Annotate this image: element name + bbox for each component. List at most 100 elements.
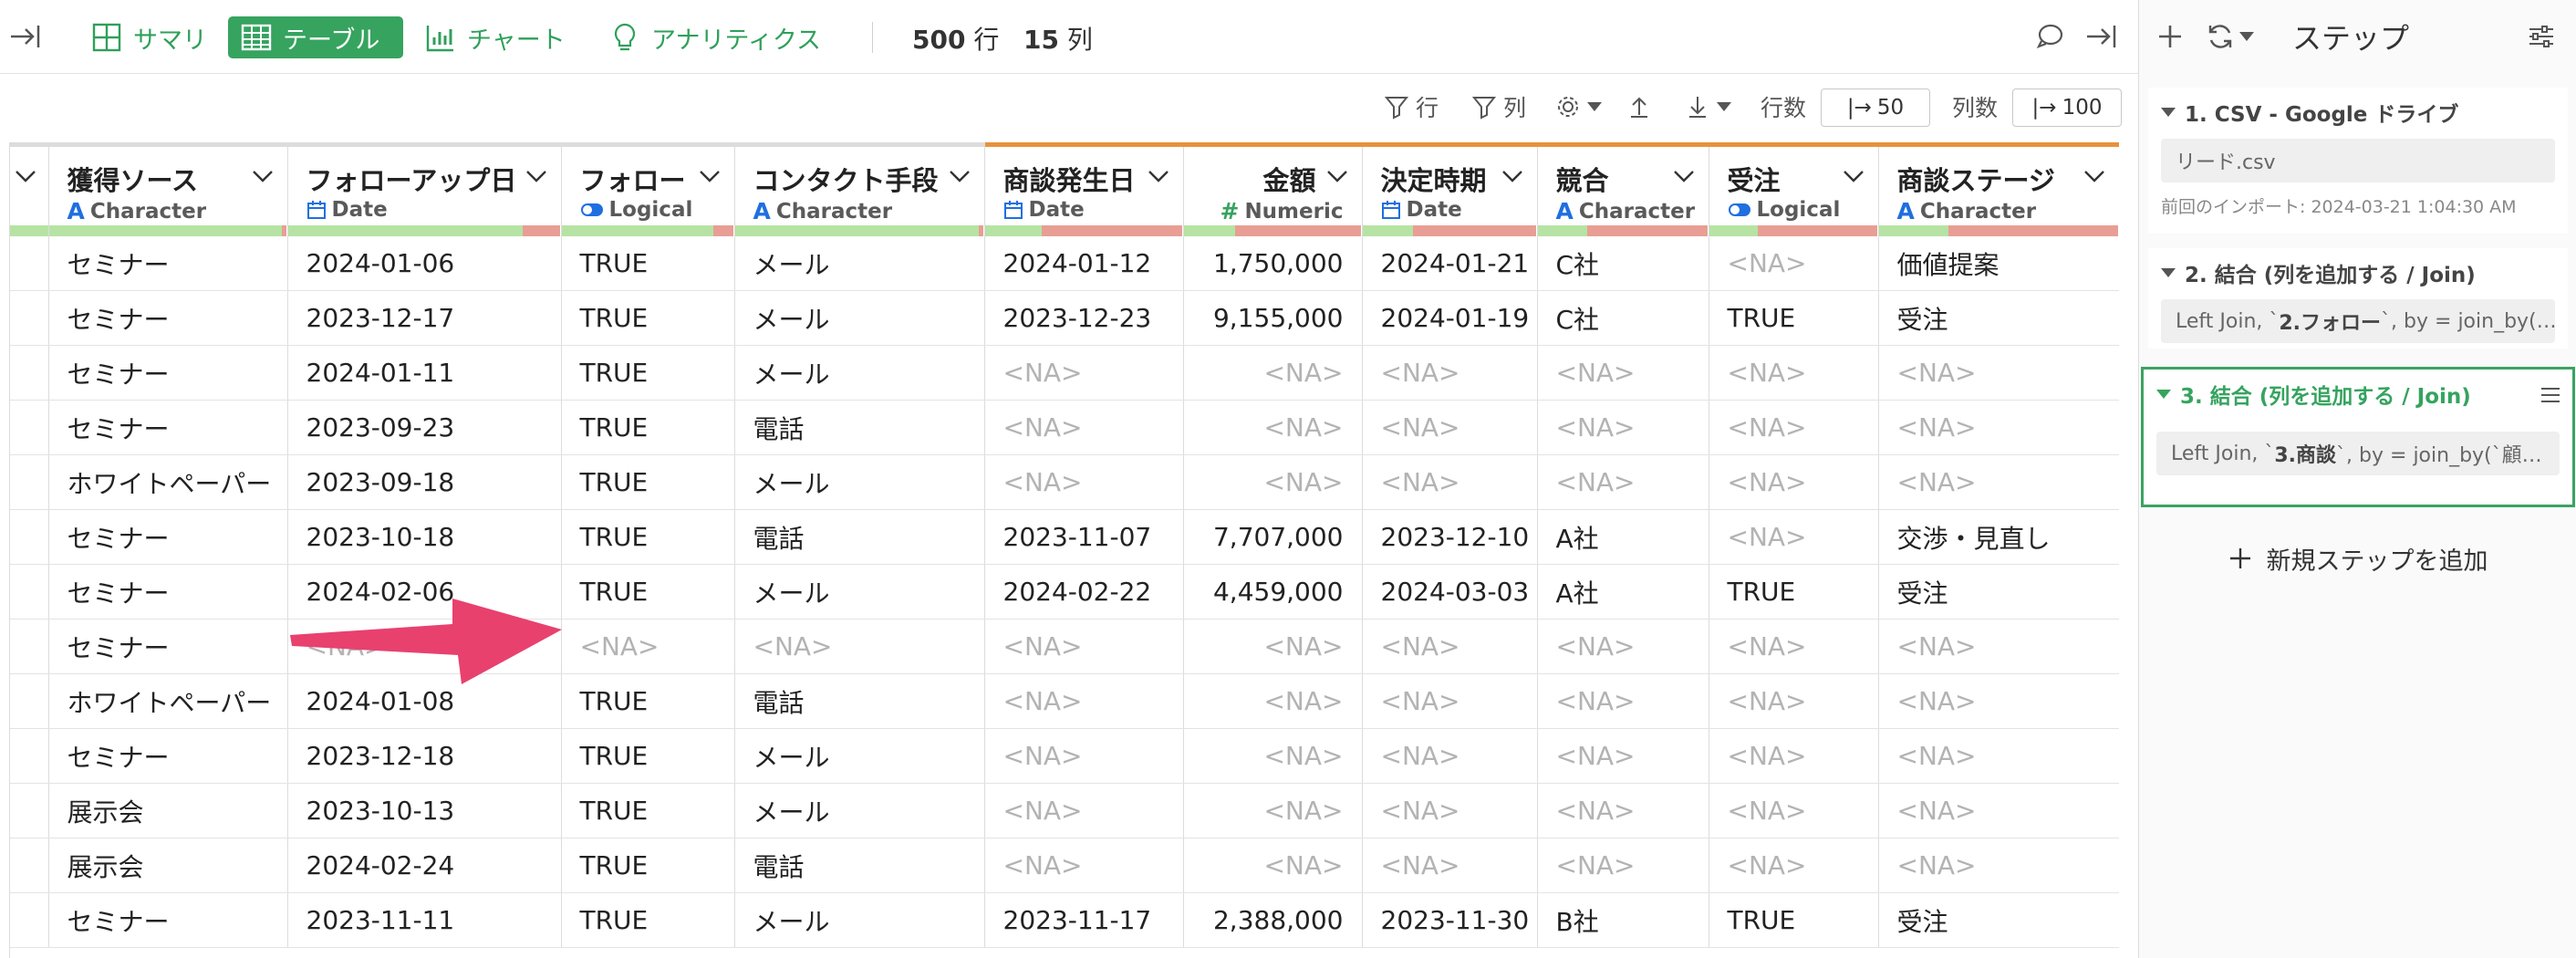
table-cell[interactable]: <NA>: [984, 838, 1184, 893]
table-cell[interactable]: 2023-09-18: [287, 454, 562, 510]
chevron-down-icon[interactable]: [948, 167, 971, 185]
add-icon[interactable]: [2155, 0, 2185, 73]
table-cell[interactable]: <NA>: [1537, 673, 1709, 729]
view-summary-button[interactable]: サマリ: [78, 16, 220, 58]
table-cell[interactable]: <NA>: [1709, 345, 1879, 401]
table-cell[interactable]: 価値提案: [1878, 236, 2119, 291]
table-cell[interactable]: ホワイトペーパー: [48, 454, 288, 510]
view-analytics-button[interactable]: アナリティクス: [597, 16, 834, 58]
chevron-down-icon[interactable]: [1672, 167, 1696, 185]
row-index-cell[interactable]: [10, 673, 49, 729]
table-cell[interactable]: 展示会: [48, 783, 288, 838]
table-cell[interactable]: セミナー: [48, 509, 288, 565]
table-cell[interactable]: <NA>: [1362, 783, 1538, 838]
column-header[interactable]: 金額 # Numeric: [1183, 142, 1363, 236]
table-cell[interactable]: 2024-01-12: [984, 236, 1184, 291]
table-cell[interactable]: 2023-12-23: [984, 290, 1184, 346]
table-cell[interactable]: <NA>: [1709, 838, 1879, 893]
table-cell[interactable]: <NA>: [1709, 236, 1879, 291]
table-cell[interactable]: 2023-11-07: [984, 509, 1184, 565]
table-cell[interactable]: 2,388,000: [1183, 892, 1363, 948]
table-cell[interactable]: 交渉・見直し: [1878, 509, 2119, 565]
table-cell[interactable]: <NA>: [1183, 673, 1363, 729]
table-cell[interactable]: A社: [1537, 564, 1709, 620]
table-cell[interactable]: セミナー: [48, 892, 288, 948]
add-step-button[interactable]: 新規ステップを追加: [2139, 536, 2576, 580]
table-cell[interactable]: <NA>: [734, 619, 985, 674]
collapse-right-icon[interactable]: [2083, 0, 2120, 73]
table-cell[interactable]: 電話: [734, 838, 985, 893]
table-cell[interactable]: 2024-01-06: [287, 236, 562, 291]
column-header[interactable]: 商談ステージ A Character: [1878, 142, 2119, 236]
row-index-cell[interactable]: [10, 838, 49, 893]
table-cell[interactable]: TRUE: [1709, 564, 1879, 620]
table-cell[interactable]: <NA>: [984, 728, 1184, 784]
table-cell[interactable]: 4,459,000: [1183, 564, 1363, 620]
table-cell[interactable]: <NA>: [1878, 454, 2119, 510]
row-index-cell[interactable]: [10, 783, 49, 838]
table-cell[interactable]: 電話: [734, 400, 985, 455]
table-cell[interactable]: TRUE: [561, 290, 735, 346]
table-cell[interactable]: B社: [1537, 892, 1709, 948]
table-cell[interactable]: <NA>: [1362, 454, 1538, 510]
table-cell[interactable]: セミナー: [48, 619, 288, 674]
table-cell[interactable]: TRUE: [561, 673, 735, 729]
table-cell[interactable]: 7,707,000: [1183, 509, 1363, 565]
step-csv[interactable]: 1. CSV - Google ドライブ リード.csv 前回のインポート: 2…: [2148, 88, 2568, 234]
table-cell[interactable]: 2024-01-19: [1362, 290, 1538, 346]
table-cell[interactable]: 受注: [1878, 564, 2119, 620]
chevron-down-icon[interactable]: [1325, 167, 1349, 185]
table-cell[interactable]: <NA>: [1183, 838, 1363, 893]
table-cell[interactable]: TRUE: [561, 400, 735, 455]
table-cell[interactable]: <NA>: [1709, 454, 1879, 510]
table-cell[interactable]: <NA>: [1183, 619, 1363, 674]
table-cell[interactable]: セミナー: [48, 728, 288, 784]
table-cell[interactable]: C社: [1537, 290, 1709, 346]
table-cell[interactable]: 2023-11-17: [984, 892, 1184, 948]
table-cell[interactable]: 2024-01-21: [1362, 236, 1538, 291]
table-cell[interactable]: セミナー: [48, 400, 288, 455]
table-cell[interactable]: TRUE: [561, 564, 735, 620]
table-cell[interactable]: <NA>: [984, 400, 1184, 455]
table-cell[interactable]: <NA>: [1537, 728, 1709, 784]
column-header[interactable]: フォローアップ日 Date: [287, 142, 562, 236]
table-cell[interactable]: <NA>: [561, 619, 735, 674]
row-index-header[interactable]: [10, 142, 49, 236]
table-cell[interactable]: 展示会: [48, 838, 288, 893]
row-index-cell[interactable]: [10, 509, 49, 565]
table-cell[interactable]: TRUE: [561, 838, 735, 893]
row-index-cell[interactable]: [10, 345, 49, 401]
table-cell[interactable]: 2023-12-17: [287, 290, 562, 346]
table-cell[interactable]: <NA>: [1709, 673, 1879, 729]
table-cell[interactable]: 2023-11-11: [287, 892, 562, 948]
table-cell[interactable]: <NA>: [1537, 619, 1709, 674]
table-cell[interactable]: 2023-10-13: [287, 783, 562, 838]
table-cell[interactable]: セミナー: [48, 290, 288, 346]
refresh-dropdown[interactable]: [2205, 0, 2254, 73]
table-cell[interactable]: 2023-12-10: [1362, 509, 1538, 565]
step-join-deal[interactable]: 3. 結合 (列を追加する / Join) Left Join, ` 3.商談 `,…: [2141, 367, 2575, 507]
table-cell[interactable]: メール: [734, 564, 985, 620]
row-index-cell[interactable]: [10, 892, 49, 948]
table-cell[interactable]: <NA>: [1709, 509, 1879, 565]
row-index-cell[interactable]: [10, 728, 49, 784]
table-cell[interactable]: セミナー: [48, 345, 288, 401]
row-filter-button[interactable]: 行: [1383, 84, 1439, 130]
table-cell[interactable]: <NA>: [1183, 345, 1363, 401]
table-cell[interactable]: 2024-01-08: [287, 673, 562, 729]
table-cell[interactable]: 2023-11-30: [1362, 892, 1538, 948]
column-header[interactable]: 受注 Logical: [1709, 142, 1879, 236]
table-cell[interactable]: <NA>: [1878, 619, 2119, 674]
table-cell[interactable]: <NA>: [1878, 345, 2119, 401]
table-cell[interactable]: 電話: [734, 509, 985, 565]
view-chart-button[interactable]: チャート: [412, 16, 578, 58]
table-cell[interactable]: <NA>: [1183, 400, 1363, 455]
sliders-icon[interactable]: [2526, 0, 2557, 73]
row-index-cell[interactable]: [10, 454, 49, 510]
settings-dropdown[interactable]: [1554, 84, 1602, 130]
table-cell[interactable]: メール: [734, 892, 985, 948]
table-cell[interactable]: <NA>: [1362, 345, 1538, 401]
chevron-down-icon[interactable]: [1501, 167, 1524, 185]
table-cell[interactable]: 受注: [1878, 892, 2119, 948]
column-header[interactable]: 決定時期 Date: [1362, 142, 1538, 236]
